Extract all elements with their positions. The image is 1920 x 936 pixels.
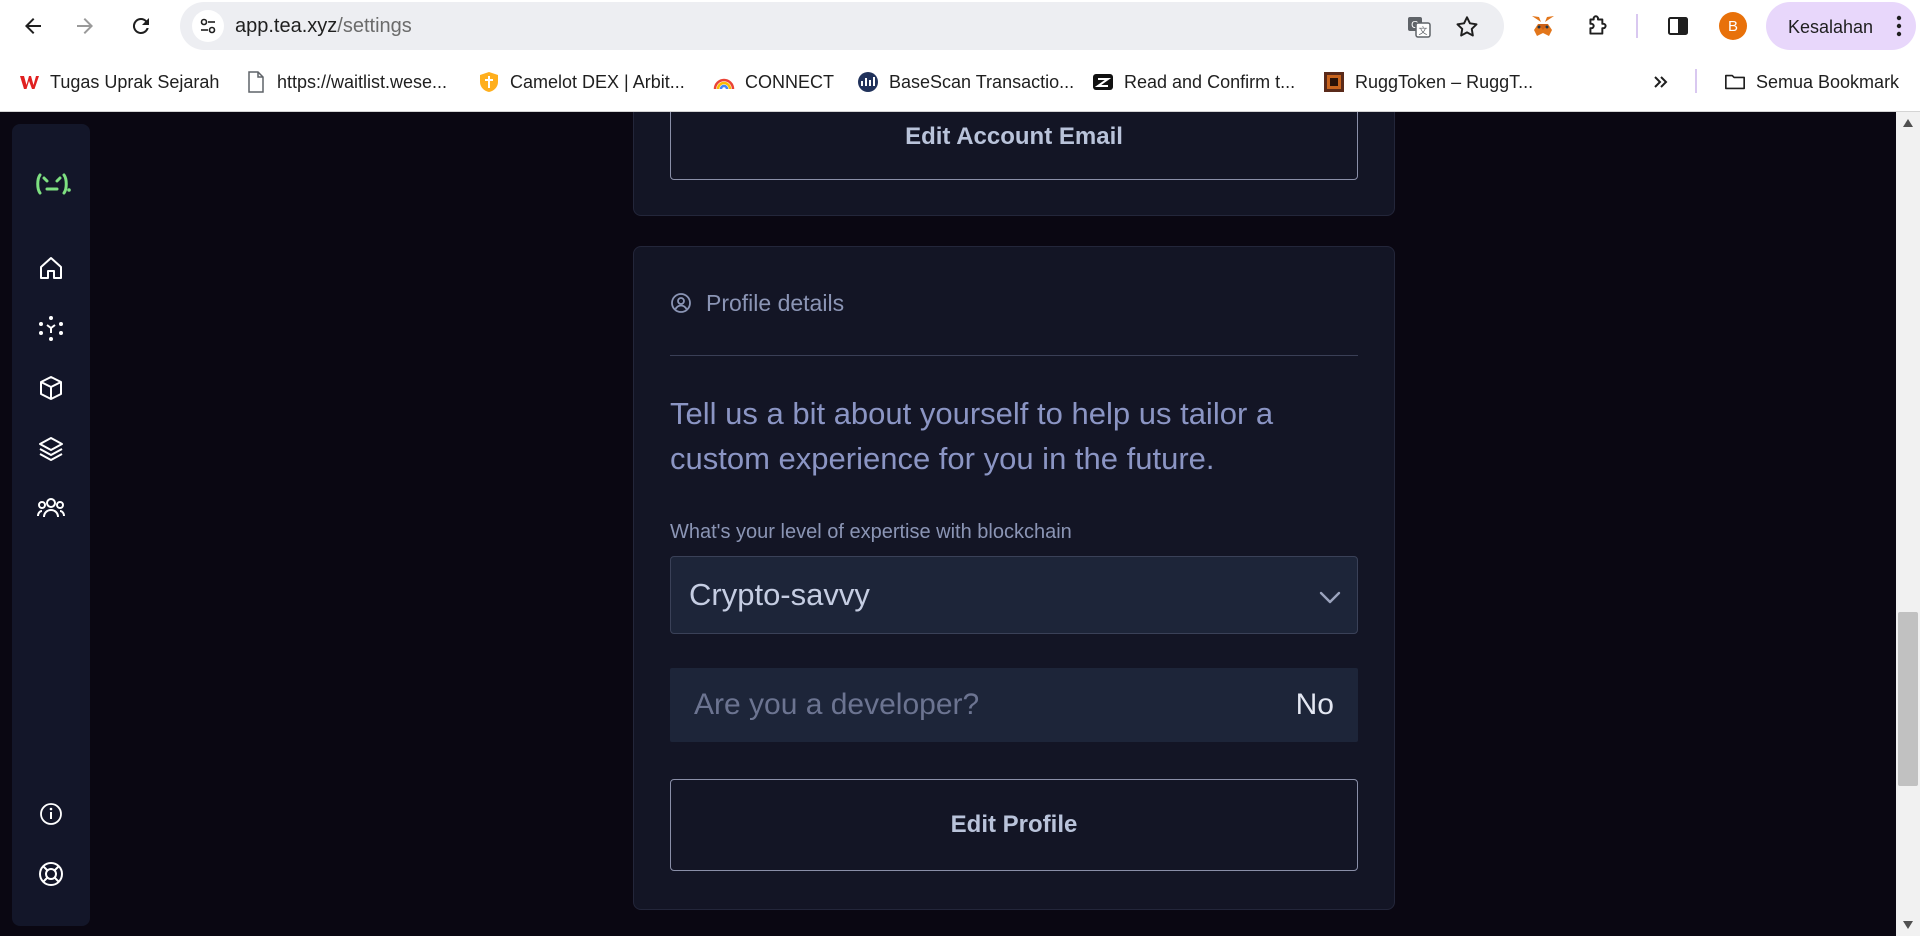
profile-details-header: Profile details — [670, 287, 844, 319]
camelot-shield-icon — [478, 71, 500, 93]
bookmark-item[interactable]: Camelot DEX | Arbit... — [478, 69, 685, 95]
bookmark-label: https://waitlist.wese... — [277, 71, 448, 92]
bookmark-label: BaseScan Transactio... — [889, 71, 1075, 92]
url-domain: app.tea.xyz — [235, 15, 338, 37]
bookmark-label: Camelot DEX | Arbit... — [510, 71, 685, 92]
edit-account-email-button[interactable]: Edit Account Email — [670, 112, 1358, 180]
developer-question: Are you a developer? — [694, 688, 980, 721]
puzzle-icon[interactable] — [1582, 10, 1614, 42]
bookmark-item[interactable]: CONNECT — [713, 69, 834, 95]
layers-icon[interactable] — [35, 432, 67, 464]
home-icon[interactable] — [35, 252, 67, 284]
more-vertical-icon — [1896, 15, 1902, 37]
chevron-down-icon — [1319, 591, 1341, 604]
network-icon[interactable] — [35, 312, 67, 344]
browser-toolbar: app.tea.xyz/settings G文 B Kesalahan — [0, 0, 1920, 52]
community-icon[interactable] — [35, 492, 67, 524]
divider — [670, 355, 1358, 356]
avatar[interactable]: B — [1719, 12, 1747, 40]
settings-page: Edit Account Email Profile details Tell … — [0, 112, 1920, 936]
developer-field[interactable]: Are you a developer? No — [670, 668, 1358, 742]
section-title: Profile details — [706, 289, 845, 316]
expertise-value: Crypto-savvy — [689, 577, 870, 612]
forward-icon[interactable] — [67, 8, 103, 44]
tea-logo-icon[interactable] — [32, 164, 72, 204]
bookmark-item[interactable]: RuggToken – RuggT... — [1323, 69, 1533, 95]
bookmark-label: Read and Confirm t... — [1124, 71, 1296, 92]
profile-details-card: Profile details Tell us a bit about your… — [633, 246, 1395, 910]
url-text[interactable]: app.tea.xyz/settings — [235, 15, 412, 38]
info-icon[interactable] — [35, 798, 67, 830]
bookmark-item[interactable]: Read and Confirm t... — [1092, 69, 1295, 95]
expertise-label: What's your level of expertise with bloc… — [670, 521, 1072, 543]
help-lifebuoy-icon[interactable] — [35, 858, 67, 890]
expertise-select[interactable]: Crypto-savvy — [670, 556, 1358, 634]
back-icon[interactable] — [15, 8, 51, 44]
folder-icon — [1724, 71, 1746, 93]
side-panel-icon[interactable] — [1662, 10, 1694, 42]
bookmarks-separator — [1695, 69, 1697, 93]
svg-text:文: 文 — [1418, 25, 1427, 37]
metamask-icon[interactable] — [1527, 10, 1559, 42]
all-bookmarks-folder[interactable]: Semua Bookmark — [1724, 69, 1899, 95]
rainbow-icon — [713, 71, 735, 93]
url-path: /settings — [337, 15, 412, 37]
wps-icon — [18, 71, 40, 93]
app-sidebar — [12, 124, 90, 926]
scroll-up-icon[interactable] — [1902, 118, 1914, 128]
bookmark-item[interactable]: BaseScan Transactio... — [857, 69, 1074, 95]
address-bar[interactable]: app.tea.xyz/settings G文 — [180, 2, 1504, 50]
bookmark-label: Tugas Uprak Sejarah — [50, 71, 220, 92]
developer-answer: No — [1295, 688, 1334, 721]
zealy-icon — [1092, 71, 1114, 93]
profile-label: Kesalahan — [1788, 17, 1874, 37]
page-icon — [245, 71, 267, 93]
edit-profile-button[interactable]: Edit Profile — [670, 779, 1358, 871]
bookmark-label: RuggToken – RuggT... — [1355, 71, 1534, 92]
scrollbar-thumb[interactable] — [1898, 612, 1918, 786]
scroll-down-icon[interactable] — [1902, 920, 1914, 930]
star-icon[interactable] — [1454, 14, 1480, 40]
toolbar-separator — [1636, 14, 1638, 38]
rugg-icon — [1323, 71, 1345, 93]
reload-icon[interactable] — [123, 8, 159, 44]
chevron-double-right-icon[interactable] — [1652, 69, 1670, 95]
site-info-icon[interactable] — [192, 10, 224, 42]
basescan-icon — [857, 71, 879, 93]
account-card: Edit Account Email — [633, 112, 1395, 216]
bookmark-item[interactable]: Tugas Uprak Sejarah — [18, 69, 219, 95]
scrollbar-track[interactable] — [1896, 112, 1920, 936]
all-bookmarks-label: Semua Bookmark — [1756, 71, 1900, 92]
translate-icon[interactable]: G文 — [1406, 14, 1432, 40]
profile-menu-button[interactable]: Kesalahan — [1766, 2, 1916, 50]
bookmark-label: CONNECT — [745, 71, 834, 92]
user-circle-icon — [671, 293, 691, 313]
profile-intro-text: Tell us a bit about yourself to help us … — [670, 396, 1274, 476]
bookmark-item[interactable]: https://waitlist.wese... — [245, 69, 447, 95]
package-icon[interactable] — [35, 372, 67, 404]
bookmarks-bar: Tugas Uprak Sejarah https://waitlist.wes… — [0, 52, 1920, 112]
